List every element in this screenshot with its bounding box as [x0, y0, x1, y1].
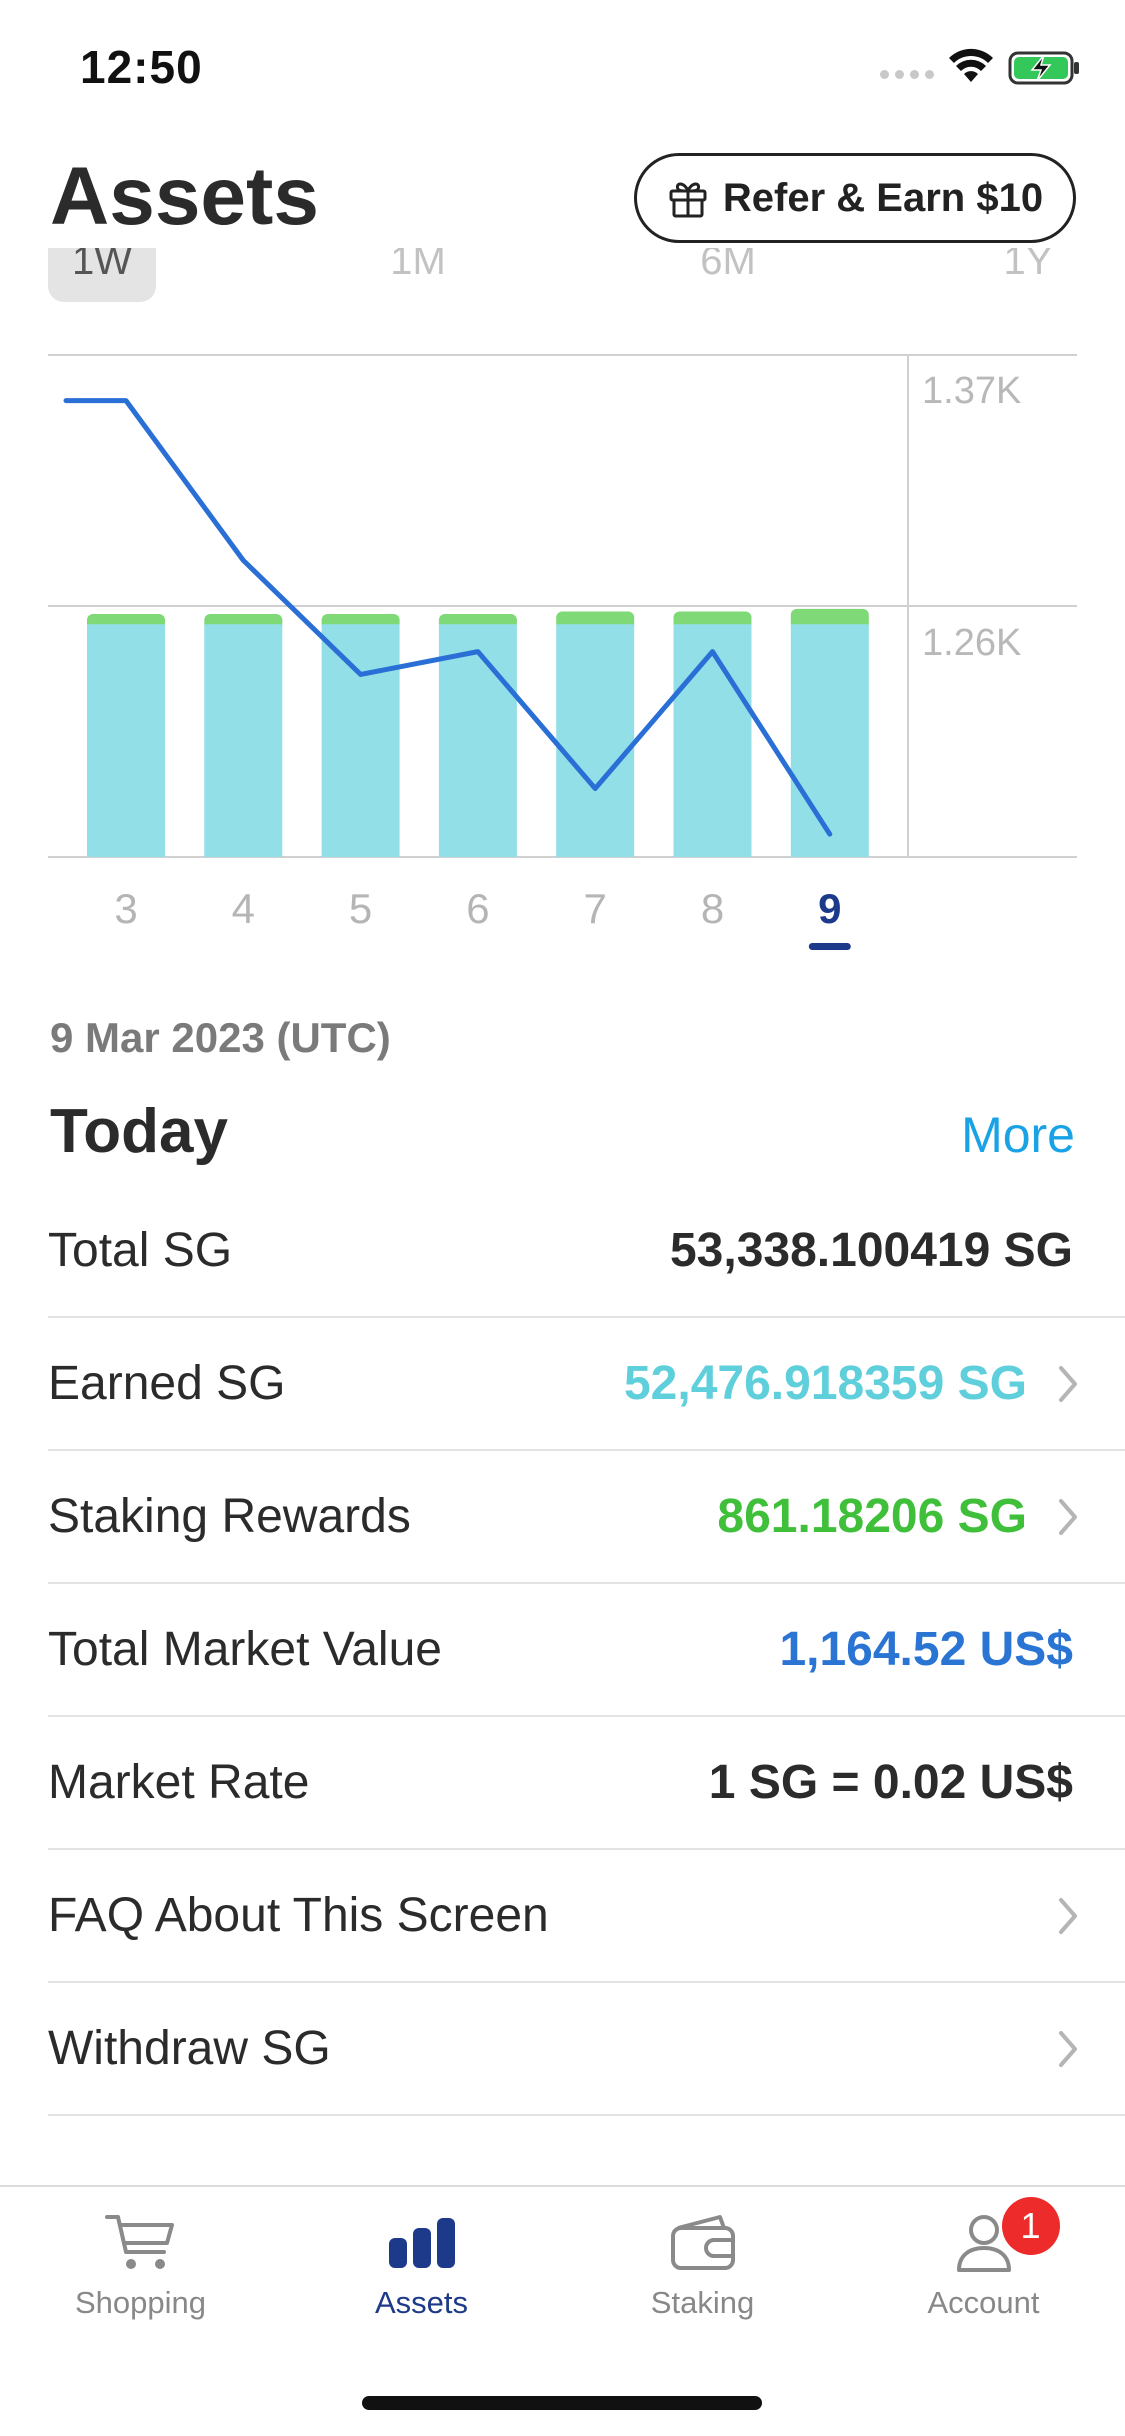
- x-tick-label: 4: [232, 885, 255, 932]
- row-withdraw-sg[interactable]: Withdraw SG: [48, 1983, 1125, 2116]
- row-value: 1 SG = 0.02 US$: [708, 1756, 1073, 1809]
- chevron-right-icon: [1059, 2030, 1077, 2067]
- wallet-icon: [670, 2215, 735, 2270]
- gift-icon: [669, 182, 707, 218]
- row-total-market-value: Total Market Value 1,164.52 US$: [48, 1584, 1125, 1717]
- row-value: 1,164.52 US$: [779, 1623, 1073, 1676]
- tab-label: Shopping: [74, 2285, 206, 2320]
- more-link[interactable]: More: [961, 1106, 1075, 1164]
- row-label: Total Market Value: [48, 1623, 442, 1676]
- tab-shopping[interactable]: Shopping: [0, 2187, 281, 2337]
- range-tab-1y[interactable]: 1Y: [988, 248, 1068, 302]
- refer-earn-button[interactable]: Refer & Earn $10: [634, 153, 1076, 243]
- row-label: Earned SG: [48, 1357, 286, 1410]
- tab-label: Assets: [374, 2285, 469, 2320]
- assets-chart[interactable]: 1.37K 1.26K 3 4 5 6 7 8 9: [0, 340, 1125, 960]
- range-tab-6m[interactable]: 6M: [678, 248, 778, 302]
- row-staking-rewards[interactable]: Staking Rewards 861.18206 SG: [48, 1451, 1125, 1584]
- row-value: 52,476.918359 SG: [623, 1357, 1027, 1410]
- bar: [204, 624, 283, 857]
- row-label: FAQ About This Screen: [48, 1889, 549, 1942]
- range-tab-label: 6M: [700, 248, 756, 283]
- bar: [790, 624, 869, 857]
- x-tick-label: 8: [701, 885, 724, 932]
- chevron-right-icon: [1059, 1365, 1077, 1402]
- home-indicator: [362, 2396, 762, 2410]
- bar: [556, 624, 635, 857]
- y-tick-label: 1.26K: [922, 622, 1021, 664]
- bar: [673, 624, 752, 857]
- wifi-icon: [949, 48, 993, 82]
- tab-staking[interactable]: Staking: [562, 2187, 843, 2337]
- y-tick-label: 1.37K: [922, 370, 1021, 412]
- x-tick-label: 9: [818, 885, 841, 932]
- date-label: 9 Mar 2023 (UTC): [50, 1014, 391, 1061]
- tab-label: Account: [927, 2285, 1040, 2320]
- row-label: Market Rate: [48, 1756, 310, 1809]
- battery-charging-icon: [1008, 51, 1079, 85]
- bar-chart-icon: [388, 2218, 455, 2268]
- page-title: Assets: [50, 151, 319, 242]
- range-tab-label: 1Y: [1003, 248, 1053, 283]
- x-tick-label: 7: [584, 885, 607, 932]
- row-market-rate: Market Rate 1 SG = 0.02 US$: [48, 1717, 1125, 1850]
- section-title-today: Today: [50, 1097, 228, 1166]
- summary-list: Total SG 53,338.100419 SG Earned SG 52,4…: [48, 1185, 1125, 2116]
- tab-account[interactable]: 1 Account: [843, 2187, 1124, 2337]
- range-tab-bar: 1W 1M 6M 1Y: [48, 248, 1078, 312]
- row-label: Staking Rewards: [48, 1490, 411, 1543]
- row-label: Total SG: [48, 1224, 233, 1277]
- row-value: 53,338.100419 SG: [669, 1224, 1073, 1277]
- status-time: 12:50: [80, 41, 203, 93]
- tab-label: Staking: [650, 2285, 755, 2320]
- refer-earn-label: Refer & Earn $10: [722, 175, 1044, 220]
- chevron-right-icon: [1059, 1498, 1077, 1535]
- range-tab-1m[interactable]: 1M: [368, 248, 468, 302]
- status-bar: 12:50: [0, 0, 1125, 132]
- selected-indicator: [808, 943, 851, 950]
- x-tick-label: 6: [466, 885, 489, 932]
- range-tab-label: 1W: [72, 248, 132, 283]
- notification-badge: 1: [1001, 2197, 1060, 2255]
- bar: [87, 624, 165, 857]
- row-label: Withdraw SG: [48, 2022, 331, 2075]
- range-tab-label: 1M: [390, 248, 446, 283]
- cart-icon: [104, 2215, 174, 2269]
- row-earned-sg[interactable]: Earned SG 52,476.918359 SG: [48, 1318, 1125, 1451]
- x-tick-label: 5: [349, 885, 372, 932]
- bar: [321, 624, 400, 857]
- cellular-signal-icon: [880, 70, 934, 79]
- row-faq[interactable]: FAQ About This Screen: [48, 1850, 1125, 1983]
- chevron-right-icon: [1059, 1897, 1077, 1934]
- range-tab-1w[interactable]: 1W: [48, 248, 156, 302]
- row-total-sg: Total SG 53,338.100419 SG: [48, 1185, 1125, 1318]
- tab-assets[interactable]: Assets: [281, 2187, 562, 2337]
- row-value: 861.18206 SG: [717, 1490, 1027, 1543]
- chart-svg: 1.37K 1.26K 3 4 5 6 7 8 9: [48, 354, 1077, 950]
- x-tick-label: 3: [114, 885, 137, 932]
